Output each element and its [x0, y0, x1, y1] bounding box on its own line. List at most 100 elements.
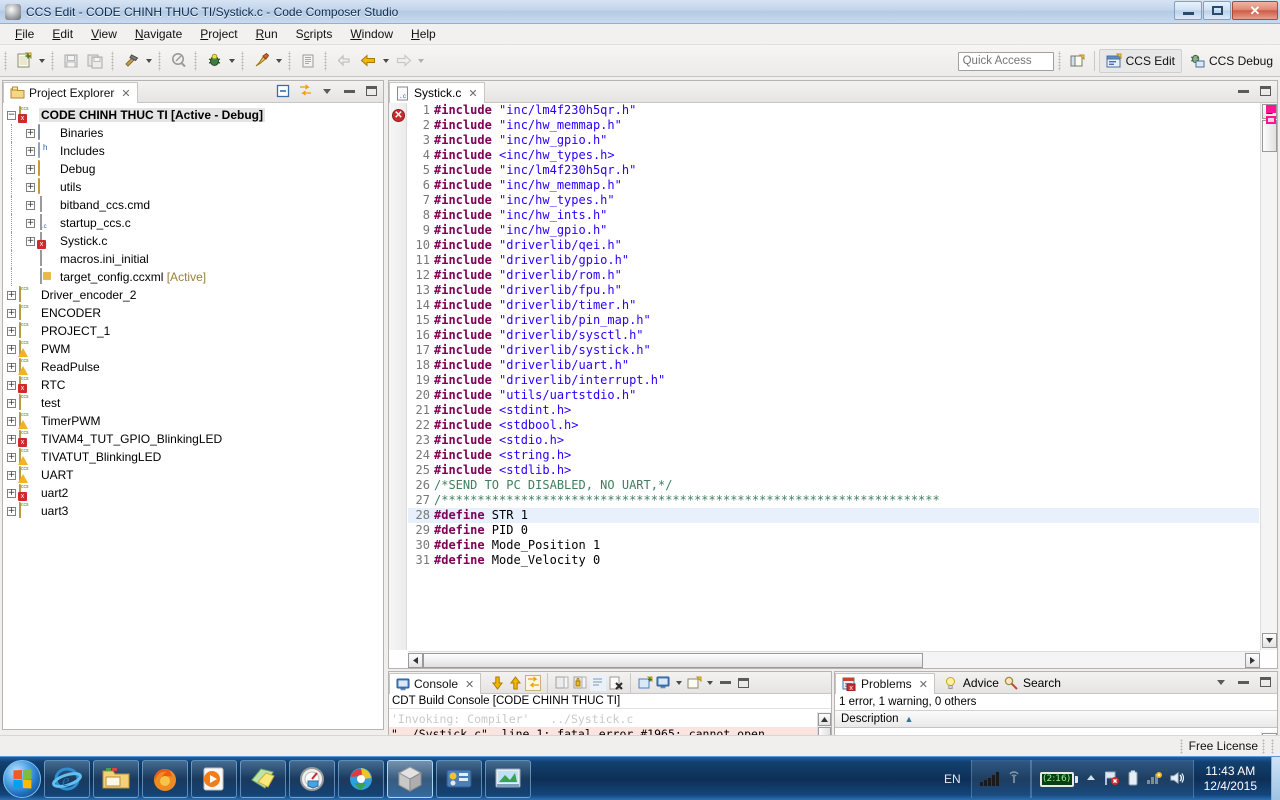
language-indicator[interactable]: EN [934, 772, 971, 786]
new-console-view-icon[interactable] [637, 675, 653, 691]
view-menu-icon[interactable] [1213, 674, 1229, 690]
toolbar-grip[interactable] [193, 51, 199, 71]
taskbar-security-shield[interactable] [289, 760, 335, 798]
back-arrow-icon[interactable] [356, 49, 380, 73]
project-tree[interactable]: −xCODE CHINH THUC TI [Active - Debug]+Bi… [3, 103, 383, 729]
code-line[interactable]: 31#define Mode_Velocity 0 [408, 553, 1259, 568]
tree-item-uart3[interactable]: +uart3 [3, 502, 383, 520]
tree-item-tivam4_tut_gpio_blinkingled[interactable]: +xTIVAM4_TUT_GPIO_BlinkingLED [3, 430, 383, 448]
show-hidden-icons-icon[interactable] [1085, 772, 1097, 786]
build-hammer-icon[interactable] [119, 49, 143, 73]
toolbar-grip[interactable] [240, 51, 246, 71]
scroll-up-button[interactable] [818, 713, 831, 726]
menu-view[interactable]: View [82, 25, 126, 43]
toolbar-grip[interactable] [157, 51, 163, 71]
code-line[interactable]: 28#define STR 1 [408, 508, 1259, 523]
tree-item-systick.c[interactable]: +xSystick.c [3, 232, 383, 250]
run-dropdown-icon[interactable] [273, 49, 284, 73]
tree-item-utils[interactable]: +utils [3, 178, 383, 196]
menu-run[interactable]: Run [247, 25, 287, 43]
back-dropdown-icon[interactable] [380, 49, 391, 73]
taskbar-clock[interactable]: 11:43 AM 12/4/2015 [1194, 764, 1267, 794]
quick-access-input[interactable] [958, 52, 1054, 71]
taskbar-media-player[interactable] [191, 760, 237, 798]
expand-toggle-icon[interactable]: + [7, 345, 16, 354]
show-desktop-button[interactable] [1271, 757, 1280, 800]
code-line[interactable]: 29#define PID 0 [408, 523, 1259, 538]
tree-item-debug[interactable]: +Debug [3, 160, 383, 178]
code-line[interactable]: 30#define Mode_Position 1 [408, 538, 1259, 553]
code-line[interactable]: 17#include "driverlib/systick.h" [408, 343, 1259, 358]
advice-bulb-icon[interactable] [943, 675, 959, 691]
sort-ascending-icon[interactable]: ▲ [905, 714, 914, 724]
tree-item-bitband_ccs.cmd[interactable]: +bitband_ccs.cmd [3, 196, 383, 214]
scroll-right-button[interactable] [1245, 653, 1260, 668]
tree-item-rtc[interactable]: +xRTC [3, 376, 383, 394]
scroll-down-icon[interactable] [489, 675, 505, 691]
taskbar-download-manager[interactable] [338, 760, 384, 798]
code-area[interactable]: 1#include "inc/lm4f230h5qr.h"2#include "… [408, 103, 1259, 650]
menu-edit[interactable]: Edit [43, 25, 82, 43]
code-line[interactable]: 1#include "inc/lm4f230h5qr.h" [408, 103, 1259, 118]
pin-console-icon[interactable] [572, 675, 588, 691]
remove-console-icon[interactable] [608, 675, 624, 691]
network-signal-icon[interactable] [980, 772, 999, 786]
close-icon[interactable]: ✕ [468, 87, 477, 100]
perspective-ccs-debug[interactable]: CCS Debug [1182, 49, 1280, 73]
code-line[interactable]: 15#include "driverlib/pin_map.h" [408, 313, 1259, 328]
tree-item-readpulse[interactable]: +ReadPulse [3, 358, 383, 376]
menu-scripts[interactable]: Scripts [287, 25, 342, 43]
code-line[interactable]: 7#include "inc/hw_types.h" [408, 193, 1259, 208]
minimize-icon[interactable] [717, 675, 733, 691]
expand-toggle-icon[interactable]: + [26, 183, 35, 192]
code-line[interactable]: 22#include <stdbool.h> [408, 418, 1259, 433]
code-line[interactable]: 11#include "driverlib/gpio.h" [408, 253, 1259, 268]
menu-window[interactable]: Window [341, 25, 402, 43]
code-line[interactable]: 18#include "driverlib/uart.h" [408, 358, 1259, 373]
display-console-dropdown-icon[interactable] [673, 671, 684, 695]
display-console-icon[interactable] [655, 675, 671, 691]
code-line[interactable]: 2#include "inc/hw_memmap.h" [408, 118, 1259, 133]
code-line[interactable]: 6#include "inc/hw_memmap.h" [408, 178, 1259, 193]
removable-device-icon[interactable] [1127, 770, 1139, 789]
code-line[interactable]: 5#include "inc/lm4f230h5qr.h" [408, 163, 1259, 178]
expand-toggle-icon[interactable]: + [26, 129, 35, 138]
code-line[interactable]: 4#include <inc/hw_types.h> [408, 148, 1259, 163]
code-line[interactable]: 16#include "driverlib/sysctl.h" [408, 328, 1259, 343]
toolbar-grip[interactable] [50, 51, 56, 71]
error-marker-icon[interactable]: ✕ [392, 109, 405, 122]
tab-project-explorer[interactable]: Project Explorer ✕ [3, 82, 138, 103]
run-icon[interactable] [249, 49, 273, 73]
scroll-lock-icon[interactable] [525, 675, 541, 691]
tree-item-binaries[interactable]: +Binaries [3, 124, 383, 142]
editor-vertical-scrollbar[interactable] [1260, 103, 1277, 650]
search-icon[interactable] [1003, 675, 1019, 691]
tree-item-target_config.ccxml[interactable]: target_config.ccxml [Active] [3, 268, 383, 286]
debug-probe-icon[interactable] [166, 49, 190, 73]
code-line[interactable]: 3#include "inc/hw_gpio.h" [408, 133, 1259, 148]
tree-item-encoder[interactable]: +ENCODER [3, 304, 383, 322]
scroll-up-icon[interactable] [507, 675, 523, 691]
expand-toggle-icon[interactable]: + [7, 291, 16, 300]
debug-bug-icon[interactable] [202, 49, 226, 73]
tree-item-uart2[interactable]: +xuart2 [3, 484, 383, 502]
warning-overview-marker[interactable] [1266, 116, 1276, 124]
maximize-icon[interactable] [363, 83, 379, 99]
start-button[interactable] [3, 760, 41, 798]
minimize-icon[interactable] [341, 83, 357, 99]
tree-item-macros.ini_initial[interactable]: macros.ini_initial [3, 250, 383, 268]
tree-item-test[interactable]: +test [3, 394, 383, 412]
minimize-button[interactable] [1174, 1, 1202, 20]
expand-toggle-icon[interactable]: + [26, 165, 35, 174]
save-console-icon[interactable] [554, 675, 570, 691]
battery-icon[interactable]: (2:16) [1040, 772, 1078, 787]
menu-navigate[interactable]: Navigate [126, 25, 191, 43]
error-overview-marker[interactable] [1266, 105, 1276, 113]
code-line[interactable]: 19#include "driverlib/interrupt.h" [408, 373, 1259, 388]
menu-file[interactable]: File [6, 25, 43, 43]
tree-item-includes[interactable]: +Includes [3, 142, 383, 160]
scroll-thumb[interactable] [423, 653, 923, 668]
tab-problems[interactable]: x Problems ✕ [835, 673, 935, 694]
code-line[interactable]: 21#include <stdint.h> [408, 403, 1259, 418]
tab-advice-label[interactable]: Advice [963, 676, 999, 690]
